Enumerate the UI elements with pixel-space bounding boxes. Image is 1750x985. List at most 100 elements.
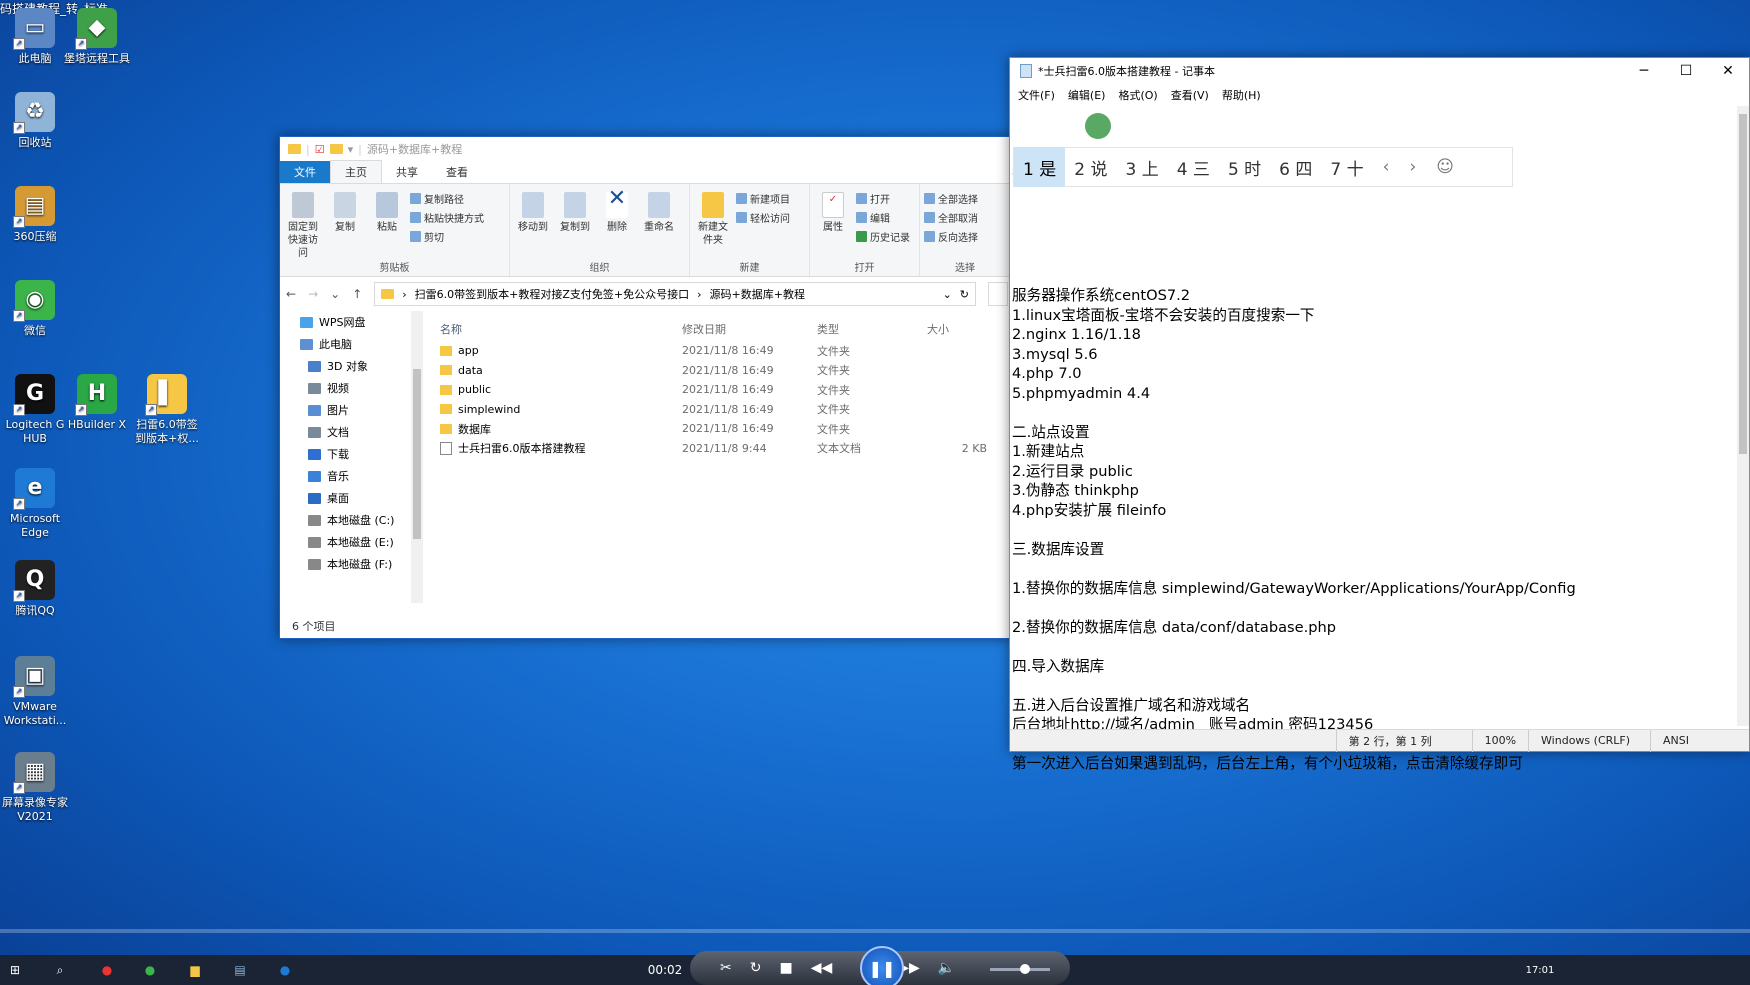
search-icon[interactable]: ⌕	[45, 955, 75, 985]
chevron-down-icon[interactable]: ▾	[348, 143, 354, 156]
stop-icon[interactable]: ■	[779, 960, 792, 976]
menu-format[interactable]: 格式(O)	[1118, 87, 1157, 103]
chevron-down-icon[interactable]: ⌄	[943, 288, 952, 301]
column-date[interactable]: 修改日期	[682, 321, 817, 337]
rewind-icon[interactable]: ◀◀	[811, 960, 833, 976]
maximize-button[interactable]: ☐	[1665, 58, 1707, 84]
desktop-shortcut[interactable]: ◉ ↗ 微信	[0, 280, 70, 338]
desktop-shortcut[interactable]: ◆ ↗ 堡塔远程工具	[62, 8, 132, 66]
menu-edit[interactable]: 编辑(E)	[1068, 87, 1106, 103]
recent-dropdown-icon[interactable]: ⌄	[330, 287, 340, 301]
ime-next-icon[interactable]: ›	[1399, 147, 1426, 187]
file-row[interactable]: 数据库 2021/11/8 16:49 文件夹	[440, 419, 1015, 439]
volume-icon[interactable]: 🔈	[938, 960, 955, 976]
pause-button[interactable]: ❚❚	[860, 946, 904, 985]
copy-path-button[interactable]: 复制路径	[410, 191, 484, 206]
open-button[interactable]: 打开	[856, 191, 910, 206]
file-row[interactable]: data 2021/11/8 16:49 文件夹	[440, 361, 1015, 381]
nav-item[interactable]: 本地磁盘 (E:)	[280, 531, 415, 553]
ime-candidate[interactable]: 7 十	[1321, 147, 1372, 187]
file-row[interactable]: 士兵扫雷6.0版本搭建教程 2021/11/8 9:44 文本文档 2 KB	[440, 439, 1015, 459]
video-progress-track[interactable]	[0, 929, 1750, 933]
desktop-shortcut[interactable]: G ↗ Logitech G HUB	[0, 374, 70, 446]
nav-item[interactable]: 3D 对象	[280, 355, 415, 377]
select-all-button[interactable]: 全部选择	[924, 191, 978, 206]
nav-item[interactable]: 此电脑	[280, 333, 415, 355]
ime-candidate[interactable]: 2 说	[1065, 147, 1116, 187]
column-type[interactable]: 类型	[817, 321, 927, 337]
ime-candidate[interactable]: 3 上	[1116, 147, 1167, 187]
nav-scrollbar[interactable]	[411, 311, 423, 603]
file-name: public	[458, 383, 492, 397]
ime-candidate[interactable]: 1 是	[1014, 147, 1066, 187]
desktop-shortcut[interactable]: ▭ ↗ 此电脑	[0, 8, 70, 66]
notepad-scrollbar[interactable]	[1737, 106, 1749, 726]
volume-slider[interactable]	[990, 964, 1050, 974]
start-icon[interactable]: ⊞	[0, 955, 30, 985]
select-none-button[interactable]: 全部取消	[924, 210, 978, 225]
history-button[interactable]: 历史记录	[856, 229, 910, 244]
column-size[interactable]: 大小	[927, 321, 987, 337]
desktop-shortcut[interactable]: ▦ ↗ 屏幕录像专家 V2021	[0, 752, 70, 824]
nav-item[interactable]: 本地磁盘 (F:)	[280, 553, 415, 575]
ime-candidate[interactable]: 4 三	[1168, 147, 1219, 187]
clock[interactable]: 17:01	[1515, 955, 1565, 985]
breadcrumb-segment[interactable]: 扫雷6.0带签到版本+教程对接Z支付免签+免公众号接口	[415, 286, 689, 302]
desktop-shortcut[interactable]: H ↗ HBuilder X	[62, 374, 132, 432]
desktop-shortcut[interactable]: e ↗ Microsoft Edge	[0, 468, 70, 540]
invert-selection-button[interactable]: 反向选择	[924, 229, 978, 244]
nav-item[interactable]: 视频	[280, 377, 415, 399]
desktop-shortcut[interactable]: ▤ ↗ 360压缩	[0, 186, 70, 244]
file-row[interactable]: public 2021/11/8 16:49 文件夹	[440, 380, 1015, 400]
forward-icon[interactable]: →	[308, 287, 318, 301]
easy-access-button[interactable]: 轻松访问	[736, 210, 790, 225]
back-icon[interactable]: ←	[286, 287, 296, 301]
nav-item[interactable]: 本地磁盘 (C:)	[280, 509, 415, 531]
column-name[interactable]: 名称	[440, 321, 682, 337]
ime-candidate[interactable]: 5 时	[1219, 147, 1270, 187]
close-button[interactable]: ✕	[1707, 58, 1749, 84]
file-row[interactable]: app 2021/11/8 16:49 文件夹	[440, 341, 1015, 361]
desktop-shortcut[interactable]: Q ↗ 腾讯QQ	[0, 560, 70, 618]
menu-file[interactable]: 文件(F)	[1018, 87, 1055, 103]
chrome-icon[interactable]: ●	[92, 955, 122, 985]
edit-button[interactable]: 编辑	[856, 210, 910, 225]
file-row[interactable]: simplewind 2021/11/8 16:49 文件夹	[440, 400, 1015, 420]
edge-taskbar-icon[interactable]: ●	[270, 955, 300, 985]
refresh-icon[interactable]: ↻	[960, 288, 969, 301]
address-bar[interactable]: › 扫雷6.0带签到版本+教程对接Z支付免签+免公众号接口 › 源码+数据库+教…	[374, 282, 976, 306]
tab-share[interactable]: 共享	[382, 161, 432, 183]
notepad-taskbar-icon[interactable]: ▤	[225, 955, 255, 985]
nav-item[interactable]: 下载	[280, 443, 415, 465]
ime-prev-icon[interactable]: ‹	[1373, 147, 1400, 187]
search-box[interactable]	[988, 282, 1008, 306]
desktop-shortcut[interactable]: ▌ ↗ 扫雷6.0带签到版本+权...	[132, 374, 202, 446]
quick-access-icons[interactable]: ☑	[315, 143, 325, 156]
up-icon[interactable]: ↑	[352, 287, 362, 301]
desktop-shortcut[interactable]: ▣ ↗ VMware Workstati...	[0, 656, 70, 728]
emoji-icon[interactable]: ☺	[1426, 147, 1464, 187]
nav-item[interactable]: 文档	[280, 421, 415, 443]
paste-shortcut-button[interactable]: 粘贴快捷方式	[410, 210, 484, 225]
nav-item[interactable]: WPS网盘	[280, 311, 415, 333]
tab-file[interactable]: 文件	[280, 161, 330, 183]
ime-candidate[interactable]: 6 四	[1270, 147, 1321, 187]
nav-item[interactable]: 图片	[280, 399, 415, 421]
menu-help[interactable]: 帮助(H)	[1222, 87, 1261, 103]
desktop-shortcut[interactable]: ♻ ↗ 回收站	[0, 92, 70, 150]
loop-icon[interactable]: ↻	[750, 960, 762, 976]
wechat-taskbar-icon[interactable]: ●	[135, 955, 165, 985]
explorer-taskbar-icon[interactable]: ▆	[180, 955, 210, 985]
new-item-button[interactable]: 新建项目	[736, 191, 790, 206]
minimize-button[interactable]: ─	[1623, 58, 1665, 84]
tab-home[interactable]: 主页	[330, 160, 382, 183]
notepad-text-area[interactable]: s 服务器操作系统centOS7.21.linux宝塔面板-宝塔不会安装的百度搜…	[1012, 122, 1731, 782]
nav-item[interactable]: 桌面	[280, 487, 415, 509]
breadcrumb-segment[interactable]: 源码+数据库+教程	[710, 286, 805, 302]
clip-icon[interactable]: ✂	[720, 960, 732, 976]
tab-view[interactable]: 查看	[432, 161, 482, 183]
nav-item[interactable]: 音乐	[280, 465, 415, 487]
notepad-title: *士兵扫雷6.0版本搭建教程 - 记事本	[1038, 65, 1215, 78]
cut-button[interactable]: 剪切	[410, 229, 484, 244]
menu-view[interactable]: 查看(V)	[1171, 87, 1209, 103]
